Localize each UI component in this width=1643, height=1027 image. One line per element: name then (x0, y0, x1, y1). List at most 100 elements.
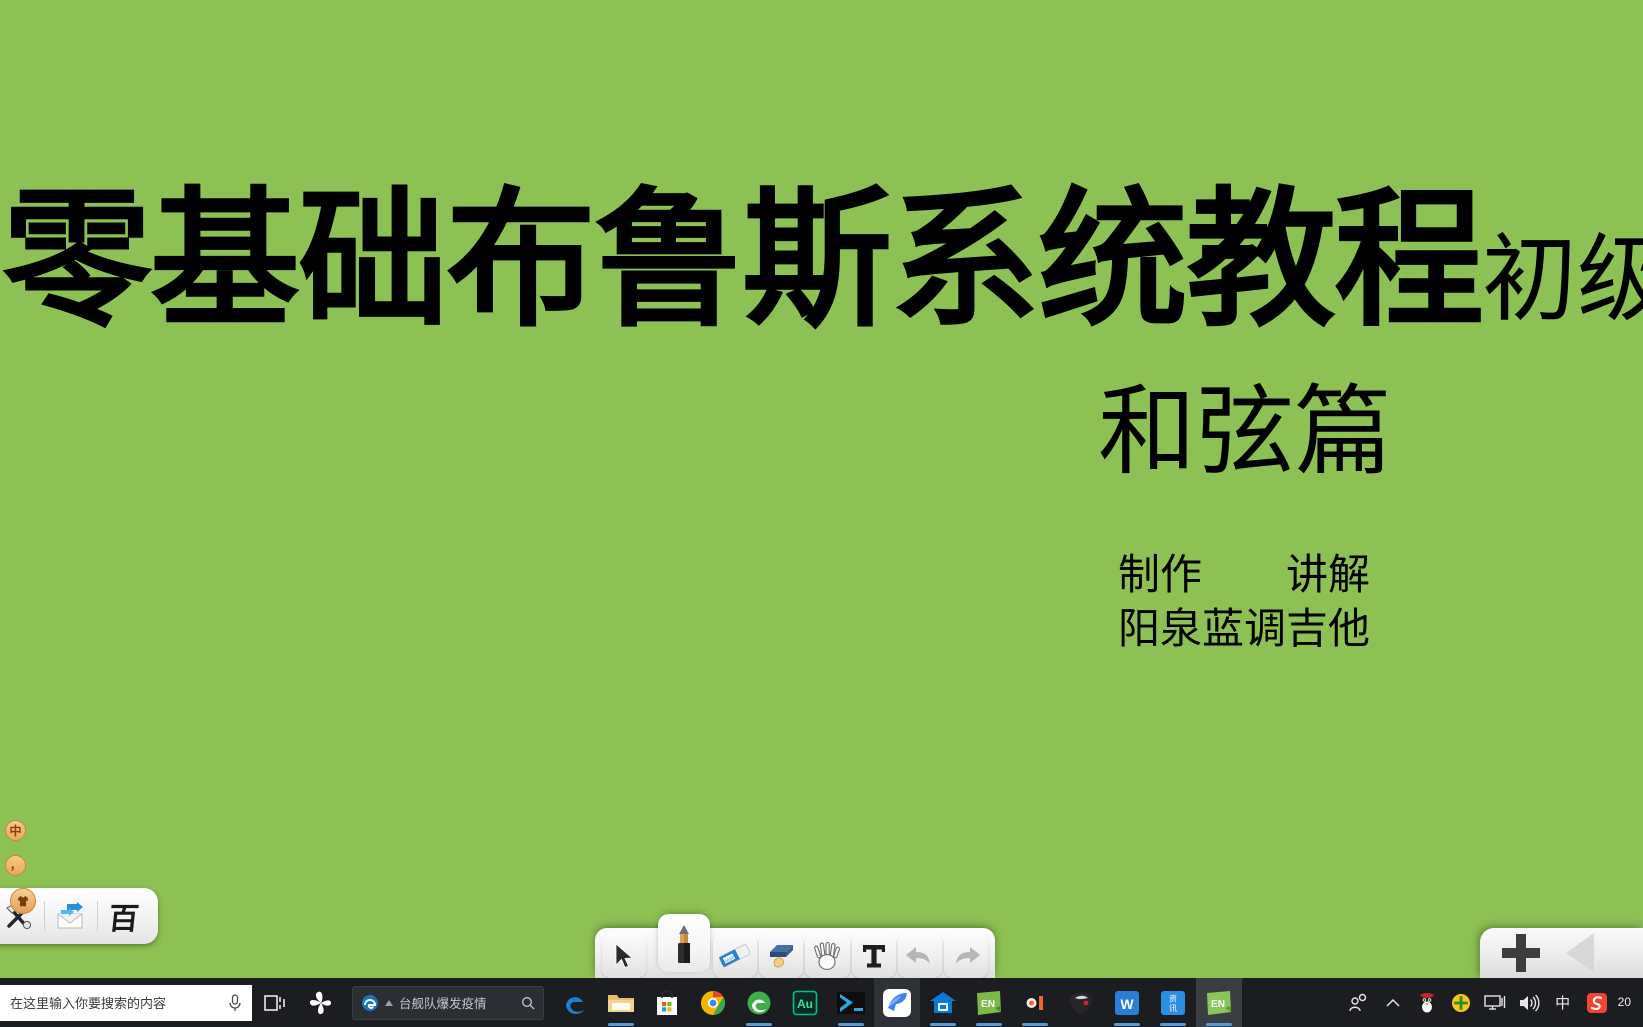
news-app-icon: 资 讯 (1161, 990, 1185, 1015)
tool-redo[interactable] (943, 934, 988, 978)
blue-bird-icon (883, 988, 911, 1017)
text-tool-icon (862, 945, 885, 968)
slide-title-suffix: 初级 (1482, 225, 1643, 335)
microsoft-store-icon (657, 989, 677, 1015)
collapse-left-icon[interactable] (1560, 927, 1600, 978)
svg-text:W: W (1120, 996, 1134, 1012)
tool-eraser[interactable]: ERASER (710, 934, 758, 978)
taskbar-app-adobe-audition[interactable]: Au (782, 978, 828, 1027)
tray-ime-mode[interactable]: 中 (1546, 978, 1580, 1027)
green-browser-icon (747, 991, 771, 1014)
ime-toolbox-button[interactable] (0, 888, 44, 942)
slide-title-line-2: 和弦篇 (1098, 375, 1393, 489)
mic-icon[interactable] (228, 993, 242, 1012)
wps-icon: W (1115, 990, 1139, 1015)
svg-text:EN: EN (1211, 999, 1225, 1010)
tray-network-button[interactable] (1478, 978, 1512, 1027)
baidu-logo: 百 (106, 902, 141, 937)
taskbar-app-endnote-2[interactable]: EN (1196, 978, 1242, 1027)
ime-mail-button[interactable] (45, 890, 97, 942)
chrome-icon (701, 990, 726, 1015)
plus-icon[interactable] (1492, 924, 1550, 978)
windows-taskbar[interactable]: 在这里输入你要搜索的内容 台舰队爆发疫情 Au EN W 资 讯 EN 中 20 (0, 978, 1643, 1027)
svg-text:讯: 讯 (1169, 1004, 1177, 1013)
svg-text:EN: EN (981, 999, 995, 1010)
tool-undo[interactable] (897, 934, 942, 978)
taskbar-app-edge[interactable] (552, 978, 598, 1027)
add-page-dock[interactable] (1480, 928, 1643, 978)
volume-icon (1519, 994, 1540, 1011)
tool-text[interactable] (851, 934, 896, 978)
file-explorer-icon (608, 994, 634, 1012)
taskbar-app-guitar-pick[interactable] (1058, 978, 1104, 1027)
search-icon (522, 996, 535, 1009)
news-headline: 台舰队爆发疫情 (399, 997, 487, 1011)
edge-icon (566, 996, 584, 1014)
svg-text:Au: Au (797, 997, 813, 1011)
tool-select-arrow[interactable] (602, 934, 647, 978)
slide-title-line-1: 零基础布鲁斯系统教程 初级 (2, 186, 1643, 336)
qq-penguin-icon (1419, 992, 1435, 1012)
task-view-icon (264, 994, 285, 1011)
taskbar-app-blue-bird[interactable] (874, 978, 920, 1027)
education-home-icon (930, 991, 956, 1013)
powershell-icon (837, 991, 865, 1014)
chevron-up-icon (1386, 998, 1400, 1007)
taskbar-clock[interactable]: 20 (1614, 995, 1639, 1010)
network-icon (1483, 994, 1505, 1010)
media-player-icon (1023, 990, 1047, 1015)
redo-icon (955, 947, 980, 964)
presentation-slide: 零基础布鲁斯系统教程 初级 和弦篇 制作 讲解 阳泉蓝调吉他 中 ， 百 ERA… (0, 0, 1643, 978)
taskbar-search-input[interactable]: 在这里输入你要搜索的内容 (0, 984, 252, 1021)
eraser-icon: ERASER (719, 944, 751, 968)
taskbar-app-media-player[interactable] (1012, 978, 1058, 1027)
select-arrow-icon (615, 943, 634, 969)
ime-baidu-button[interactable]: 百 (98, 890, 150, 942)
tray-volume-button[interactable] (1512, 978, 1546, 1027)
slide-title-main: 零基础布鲁斯系统教程 (2, 174, 1484, 348)
pencil-icon (678, 925, 690, 963)
ime-punctuation-indicator[interactable]: ， (5, 855, 26, 876)
taskbar-app-education-home[interactable] (920, 978, 966, 1027)
people-icon (1348, 993, 1366, 1011)
task-view-button[interactable] (252, 978, 298, 1027)
tray-security-button[interactable] (1444, 978, 1478, 1027)
caret-up-icon (385, 999, 393, 1006)
taskbar-app-file-explorer[interactable] (598, 978, 644, 1027)
tool-hand[interactable] (805, 934, 850, 978)
taskbar-app-endnote[interactable]: EN (966, 978, 1012, 1027)
tool-pencil[interactable] (658, 914, 710, 972)
ime-tool-panel[interactable]: 百 (0, 888, 158, 944)
annotation-toolbar[interactable]: ERASER (595, 914, 995, 978)
adobe-audition-icon: Au (792, 990, 818, 1015)
tool-shape[interactable] (759, 934, 804, 978)
ie-icon (362, 994, 378, 1011)
shirt-icon (17, 895, 29, 907)
taskbar-app-news[interactable]: 资 讯 (1150, 978, 1196, 1027)
taskbar-app-chrome[interactable] (690, 978, 736, 1027)
tray-people-button[interactable] (1342, 978, 1376, 1027)
taskbar-app-powershell[interactable] (828, 978, 874, 1027)
taskbar-app-green-browser[interactable] (736, 978, 782, 1027)
sogou-icon (1586, 992, 1607, 1013)
taskbar-app-wps[interactable]: W (1104, 978, 1150, 1027)
taskbar-app-microsoft-store[interactable] (644, 978, 690, 1027)
sogou-pinwheel-button[interactable] (298, 978, 344, 1027)
guitar-pick-icon (1069, 992, 1093, 1015)
ime-language-indicator[interactable]: 中 (5, 820, 26, 841)
undo-icon (905, 947, 930, 964)
tray-qq-button[interactable] (1410, 978, 1444, 1027)
tray-show-hidden-button[interactable] (1376, 978, 1410, 1027)
shape-icon (770, 945, 794, 968)
system-tray[interactable]: 中 20 (1342, 978, 1643, 1027)
shield-icon (1451, 993, 1470, 1012)
search-placeholder: 在这里输入你要搜索的内容 (10, 996, 167, 1011)
slide-credits: 制作 讲解 阳泉蓝调吉他 (1118, 550, 1371, 653)
endnote2-icon: EN (1207, 990, 1231, 1015)
tray-sogou-button[interactable] (1580, 978, 1614, 1027)
mail-send-icon (57, 902, 83, 929)
endnote-icon: EN (977, 990, 1001, 1015)
skin-badge-icon[interactable] (10, 888, 36, 914)
news-and-interests-pill[interactable]: 台舰队爆发疫情 (352, 985, 544, 1020)
svg-text:资: 资 (1169, 993, 1177, 1003)
